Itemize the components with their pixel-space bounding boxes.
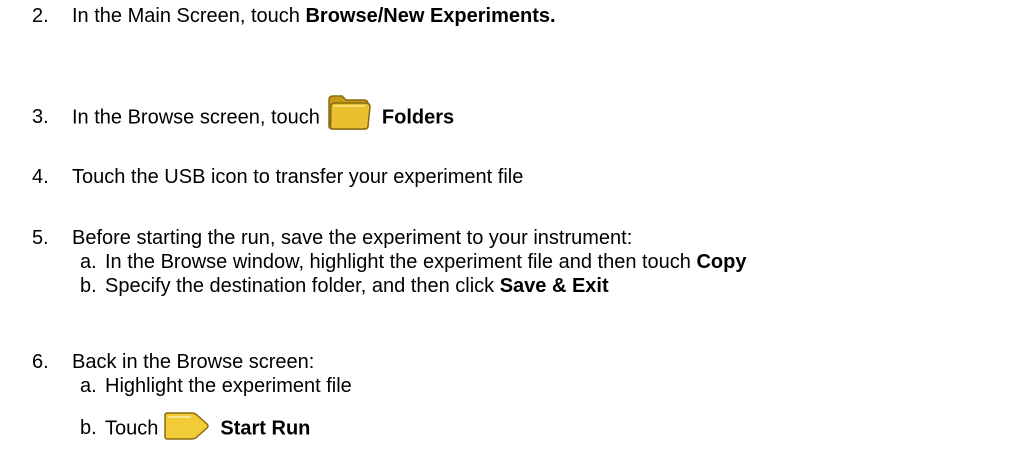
substep-letter: a. (80, 375, 97, 397)
step-5a: a. In the Browse window, highlight the ex… (80, 250, 746, 274)
step-text: In the Browse screen, touch (72, 106, 320, 129)
step-6: 6. Back in the Browse screen: (32, 350, 314, 374)
substep-bold-text: Copy (696, 251, 747, 273)
substep-text: In the Browse window, highlight the expe… (105, 251, 697, 273)
step-number: 5. (32, 227, 49, 249)
step-5: 5. Before starting the run, save the expe… (32, 226, 632, 250)
instruction-document: 2. In the Main Screen, touch Browse/New E… (0, 0, 1015, 474)
step-number: 2. (32, 5, 49, 27)
step-number: 3. (32, 106, 49, 129)
substep-text: Touch (105, 417, 159, 440)
step-4: 4. Touch the USB icon to transfer your ex… (32, 165, 523, 189)
step-6b: b. Touch Start Run (80, 411, 311, 444)
step-text: Before starting the run, save the experi… (72, 227, 633, 249)
step-number: 4. (32, 166, 49, 188)
substep-letter: b. (80, 275, 97, 297)
substep-text: Specify the destination folder, and then… (105, 275, 500, 297)
step-2: 2. In the Main Screen, touch Browse/New E… (32, 4, 556, 28)
step-text: Touch the USB icon to transfer your expe… (72, 166, 524, 188)
step-bold-text: Folders (381, 106, 455, 129)
folder-icon (326, 92, 372, 132)
substep-bold-text: Save & Exit (499, 275, 609, 297)
step-number: 6. (32, 351, 49, 373)
step-text: Back in the Browse screen: (72, 351, 315, 373)
step-6a: a. Highlight the experiment file (80, 374, 352, 398)
substep-letter: b. (80, 417, 97, 440)
step-3: 3. In the Browse screen, touch Folders (32, 95, 455, 138)
step-bold-text: Browse/New Experiments. (305, 5, 556, 27)
play-icon (162, 411, 210, 441)
substep-text: Highlight the experiment file (105, 375, 352, 397)
substep-bold-text: Start Run (220, 417, 311, 440)
step-5b: b. Specify the destination folder, and th… (80, 274, 609, 298)
substep-letter: a. (80, 251, 97, 273)
step-text: In the Main Screen, touch (72, 5, 306, 27)
